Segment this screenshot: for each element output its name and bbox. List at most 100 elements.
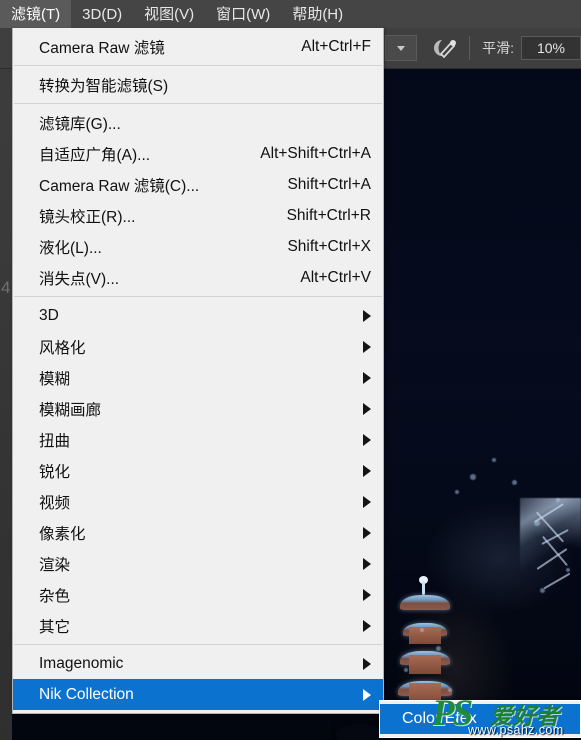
menubar-window[interactable]: 窗口(W) [205, 0, 281, 28]
menu-item[interactable]: 杂色 [13, 579, 383, 610]
menu-item-label: 杂色 [39, 587, 71, 605]
photo-light-point [436, 646, 441, 651]
brush-preset-dropdown[interactable] [385, 35, 418, 61]
photo-light-point [566, 568, 570, 572]
menu-item[interactable]: 自适应广角(A)... Alt+Shift+Ctrl+A [13, 138, 383, 169]
submenu-arrow-icon [363, 657, 371, 670]
menu-item-label: 风格化 [39, 339, 86, 357]
menu-separator [14, 644, 382, 645]
menu-item[interactable]: Color Efex [380, 704, 580, 734]
photo-light-point [470, 474, 476, 480]
menu-item-label: Imagenomic [39, 654, 124, 672]
menu-item-label: 滤镜库(G)... [39, 115, 121, 133]
menu-item[interactable]: 扭曲 [13, 424, 383, 455]
left-panel-strip: 4 [0, 28, 12, 740]
pagoda-spire [422, 581, 425, 595]
tower-strut [543, 572, 571, 590]
menu-item-label: 3D [39, 306, 59, 324]
menubar-item-label: 窗口(W) [216, 5, 271, 23]
menu-item[interactable]: 液化(L)... Shift+Ctrl+X [13, 231, 383, 262]
menu-item[interactable]: 像素化 [13, 517, 383, 548]
menu-item-label: 模糊画廊 [39, 401, 102, 419]
menu-item-label: 自适应广角(A)... [39, 146, 151, 164]
menubar-item-label: 3D(D) [82, 5, 123, 23]
menu-item[interactable]: 转换为智能滤镜(S) [13, 69, 383, 100]
menu-item-label: 扭曲 [39, 432, 71, 450]
menu-item[interactable]: 渲染 [13, 548, 383, 579]
menu-item[interactable]: 消失点(V)... Alt+Ctrl+V [13, 262, 383, 293]
menu-item[interactable]: 滤镜库(G)... [13, 107, 383, 138]
menu-item-label: Camera Raw 滤镜 [39, 39, 165, 57]
menu-item-label: Camera Raw 滤镜(C)... [39, 177, 200, 195]
menu-item-shortcut: Alt+Ctrl+F [301, 37, 371, 55]
pagoda-roof-tier [400, 595, 450, 610]
menu-item-label: 消失点(V)... [39, 270, 120, 288]
menubar-view[interactable]: 视图(V) [133, 0, 205, 28]
pagoda-body-section [409, 655, 441, 674]
photo-light-point [534, 520, 540, 526]
menubar-help[interactable]: 帮助(H) [281, 0, 354, 28]
menubar-item-label: 视图(V) [144, 5, 195, 23]
menu-item-shortcut: Alt+Ctrl+V [300, 268, 371, 286]
menu-item-label: 其它 [39, 618, 71, 636]
menu-separator [14, 103, 382, 104]
submenu-arrow-icon [363, 464, 371, 477]
submenu-arrow-icon [363, 619, 371, 632]
submenu-arrow-icon [363, 688, 371, 701]
pagoda-body-section [409, 627, 441, 644]
menubar-item-label: 滤镜(T) [11, 5, 61, 23]
menu-item-label: 液化(L)... [39, 239, 102, 257]
photo-light-point [556, 498, 560, 502]
submenu-arrow-icon [363, 402, 371, 415]
photo-light-point [540, 588, 545, 593]
menu-item[interactable]: Camera Raw 滤镜(C)... Shift+Ctrl+A [13, 169, 383, 200]
menu-item[interactable]: 模糊 [13, 362, 383, 393]
nik-collection-submenu: Color Efex [379, 700, 581, 738]
menu-item-shortcut: Shift+Ctrl+X [287, 237, 371, 255]
menu-item[interactable]: 其它 [13, 610, 383, 641]
left-strip-mark: 4 [1, 278, 11, 297]
photo-light-point [455, 490, 459, 494]
submenu-arrow-icon [363, 371, 371, 384]
menu-item[interactable]: Camera Raw 滤镜 Alt+Ctrl+F [13, 31, 383, 62]
chevron-down-icon [397, 45, 406, 51]
menu-item[interactable]: 3D [13, 300, 383, 331]
menu-item-label: 像素化 [39, 525, 86, 543]
menu-item[interactable]: 镜头校正(R)... Shift+Ctrl+R [13, 200, 383, 231]
menu-item-label: 锐化 [39, 463, 71, 481]
menu-separator [14, 296, 382, 297]
menubar-item-label: 帮助(H) [292, 5, 344, 23]
brush-smoothing-icon[interactable] [429, 35, 459, 61]
menu-item-label: Nik Collection [39, 685, 134, 703]
menu-item-shortcut: Shift+Ctrl+R [286, 206, 371, 224]
submenu-arrow-icon [363, 526, 371, 539]
menu-item[interactable]: 模糊画廊 [13, 393, 383, 424]
photo-light-point [492, 458, 496, 462]
photo-light-point [512, 480, 517, 485]
filter-dropdown-menu: Camera Raw 滤镜 Alt+Ctrl+F 转换为智能滤镜(S) 滤镜库(G).… [12, 28, 384, 714]
menu-item-label: 转换为智能滤镜(S) [39, 77, 169, 95]
menubar-filter[interactable]: 滤镜(T) [0, 0, 72, 28]
submenu-arrow-icon [363, 433, 371, 446]
photo-light-point [420, 628, 424, 632]
menu-item[interactable]: 视频 [13, 486, 383, 517]
options-divider [469, 36, 471, 60]
submenu-arrow-icon [363, 309, 371, 322]
menu-item[interactable]: 风格化 [13, 331, 383, 362]
menu-item[interactable]: 锐化 [13, 455, 383, 486]
submenu-arrow-icon [363, 495, 371, 508]
menu-separator [14, 65, 382, 66]
photo-light-point [404, 668, 408, 672]
menu-item-label: 模糊 [39, 370, 71, 388]
menu-item-label: 视频 [39, 494, 71, 512]
menubar-3d[interactable]: 3D(D) [71, 0, 133, 28]
smoothing-input[interactable]: 10% [521, 36, 581, 60]
photo-light-point [448, 688, 452, 692]
submenu-arrow-icon [363, 340, 371, 353]
menu-item-shortcut: Alt+Shift+Ctrl+A [260, 144, 371, 162]
menu-item[interactable]: Imagenomic [13, 648, 383, 679]
menu-item-label: 镜头校正(R)... [39, 208, 136, 226]
smoothing-label: 平滑: [482, 40, 514, 56]
menu-item-label: 渲染 [39, 556, 71, 574]
menu-item[interactable]: Nik Collection [13, 679, 383, 710]
